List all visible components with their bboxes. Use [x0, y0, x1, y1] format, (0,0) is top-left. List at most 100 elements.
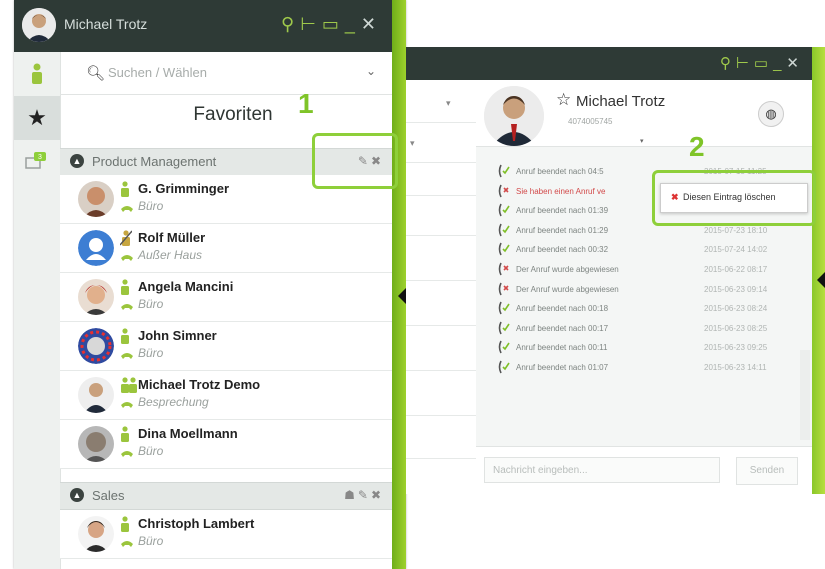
expand-arrow-left[interactable] — [398, 288, 406, 304]
contact-status: Besprechung — [138, 395, 209, 409]
search-input[interactable]: Suchen / Wählen — [108, 65, 207, 80]
contact-status: Büro — [138, 444, 164, 458]
contact-row[interactable]: John Simner Büro — [60, 322, 394, 371]
callout-highlight-2 — [652, 170, 816, 226]
transfer-icon[interactable]: ⊢ — [736, 55, 754, 72]
chat-icon: 3 — [25, 152, 46, 169]
close-icon[interactable]: ✕ — [361, 14, 382, 34]
contact-status: Außer Haus — [138, 248, 203, 262]
call-log-row[interactable]: Anruf beendet nach 00:11 2015-06-23 09:25 — [496, 338, 796, 357]
divider — [406, 235, 476, 236]
sidebar-item-presence[interactable] — [14, 52, 60, 96]
call-log-row[interactable]: Anruf beendet nach 00:18 2015-06-23 08:24 — [496, 299, 796, 318]
divider — [406, 162, 476, 163]
group-name: Product Management — [92, 154, 217, 169]
send-button[interactable]: Senden — [736, 457, 798, 485]
remove-icon[interactable]: ✖ — [371, 488, 384, 502]
call-log-text: Anruf beendet nach 00:32 — [516, 245, 609, 255]
call-log-text: Anruf beendet nach 00:18 — [516, 304, 609, 314]
phone-icon — [121, 255, 133, 261]
chevron-down-icon[interactable]: ▾ — [640, 137, 644, 145]
call-log-row[interactable]: Der Anruf wurde abgewiesen 2015-06-22 08:… — [496, 260, 796, 279]
call-log-row[interactable]: Anruf beendet nach 00:32 2015-07-24 14:02 — [496, 240, 796, 259]
chevron-down-icon[interactable]: ▾ — [410, 138, 415, 149]
call-log-scrollbar[interactable] — [800, 350, 810, 440]
minimize-icon[interactable]: _ — [345, 14, 361, 34]
divider — [406, 458, 476, 459]
sidebar-item-favorites[interactable]: ★ — [14, 96, 60, 140]
minimize-icon[interactable]: _ — [773, 55, 786, 72]
missed-call-icon — [498, 282, 510, 299]
call-log-text: Anruf beendet nach 00:11 — [516, 343, 608, 353]
answered-call-icon — [498, 203, 510, 220]
message-input[interactable]: Nachricht eingeben... — [484, 457, 720, 483]
edit-icon[interactable]: ✎ — [358, 488, 371, 502]
presence-person-icon — [121, 426, 129, 442]
divider — [406, 122, 476, 123]
divider — [406, 415, 476, 416]
user-avatar[interactable] — [22, 8, 56, 42]
call-log-date: 2015-06-22 08:17 — [704, 265, 768, 274]
favorites-title: Favoriten — [193, 104, 273, 125]
expand-arrow-right[interactable] — [817, 272, 825, 288]
dial-icon[interactable]: ⚲ — [281, 14, 300, 34]
answered-call-icon — [498, 301, 510, 318]
call-log-row[interactable]: Anruf beendet nach 01:07 2015-06-23 14:11 — [496, 358, 796, 377]
add-user-icon[interactable]: ☗ — [344, 488, 358, 502]
missed-call-icon — [498, 184, 510, 201]
user-name: Michael Trotz — [64, 16, 148, 32]
phone-icon — [121, 206, 133, 212]
contact-status: Büro — [138, 199, 164, 213]
right-accent-bar — [812, 47, 825, 494]
window-controls[interactable]: ⚲⊢▭_✕ — [281, 14, 382, 35]
contact-name: John Simner — [138, 328, 217, 343]
divider — [406, 325, 476, 326]
contact-avatar — [78, 328, 114, 364]
window-icon[interactable]: ▭ — [322, 14, 345, 34]
contact-status: Büro — [138, 534, 164, 548]
contact-avatar-large — [484, 86, 544, 146]
divider — [406, 280, 476, 281]
collapse-icon[interactable]: ▲ — [70, 154, 84, 168]
sidebar-item-chat[interactable]: 3 — [14, 140, 60, 184]
contact-avatar — [78, 426, 114, 462]
favorite-star-icon[interactable]: ☆ — [556, 90, 571, 110]
collapse-icon[interactable]: ▲ — [70, 488, 84, 502]
group-header-sales[interactable]: ▲ Sales ☗✎✖ — [60, 482, 394, 510]
call-log-date: 2015-06-23 14:11 — [704, 363, 767, 372]
contact-row[interactable]: Dina Moellmann Büro — [60, 420, 394, 469]
call-log-text: Der Anruf wurde abgewiesen — [516, 284, 619, 294]
chevron-down-icon[interactable]: ⌄ — [366, 64, 376, 78]
contact-row[interactable]: Angela Mancini Büro — [60, 273, 394, 322]
presence-person-icon — [121, 516, 129, 532]
divider — [406, 195, 476, 196]
call-log-text: Der Anruf wurde abgewiesen — [516, 265, 619, 274]
contact-row[interactable]: Rolf Müller Außer Haus — [60, 224, 394, 273]
close-icon[interactable]: ✕ — [786, 55, 804, 72]
call-log-date: 2015-07-24 14:02 — [704, 245, 768, 255]
search-bar[interactable]: 🔍︎ Suchen / Wählen ⌄ — [60, 52, 406, 95]
call-log-text: Anruf beendet nach 01:39 — [516, 206, 609, 216]
call-log-text: Anruf beendet nach 01:07 — [516, 363, 609, 372]
chevron-down-icon[interactable]: ▾ — [446, 98, 451, 109]
dial-icon[interactable]: ⚲ — [720, 55, 736, 72]
svg-text:3: 3 — [38, 154, 42, 161]
presence-group-icon — [121, 377, 137, 393]
call-log-text: Anruf beendet nach 00:17 — [516, 323, 609, 333]
contact-row[interactable]: Christoph Lambert Büro — [60, 510, 394, 559]
search-icon: 🔍︎ — [86, 65, 106, 82]
contact-avatar — [78, 181, 114, 217]
contact-name: G. Grimminger — [138, 181, 230, 196]
globe-icon[interactable]: ◍ — [758, 101, 784, 127]
phone-icon — [121, 451, 133, 457]
left-accent-bar — [392, 0, 406, 569]
call-log-row[interactable]: Anruf beendet nach 00:17 2015-06-23 08:25 — [496, 319, 796, 338]
call-log-row[interactable]: Der Anruf wurde abgewiesen 2015-06-23 09:… — [496, 280, 796, 299]
transfer-icon[interactable]: ⊢ — [300, 14, 322, 34]
phone-icon — [121, 353, 133, 359]
window-icon[interactable]: ▭ — [754, 55, 773, 72]
contact-row[interactable]: Michael Trotz Demo Besprechung — [60, 371, 394, 420]
window-controls[interactable]: ⚲⊢▭_✕ — [720, 54, 804, 72]
call-log-text: Anruf beendet nach 04:5 — [516, 167, 604, 176]
contact-name: Angela Mancini — [138, 279, 234, 294]
